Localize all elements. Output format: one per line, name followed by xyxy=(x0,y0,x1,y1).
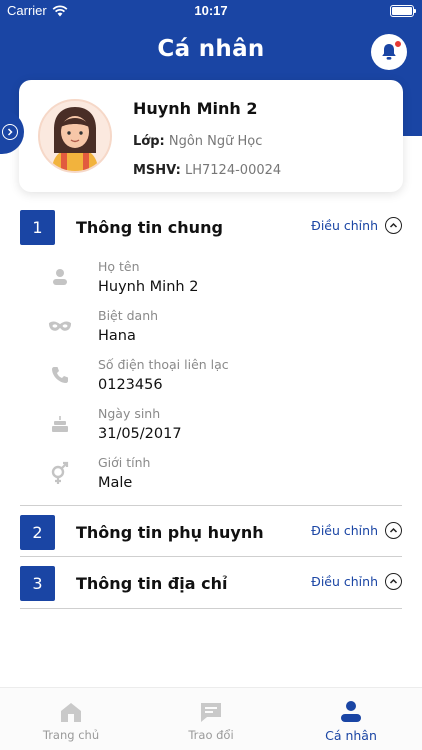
chevron-right-icon xyxy=(2,124,18,140)
section-number: 2 xyxy=(20,515,55,550)
student-id-value: LH7124-00024 xyxy=(185,163,282,178)
battery-icon xyxy=(390,5,416,17)
notification-button[interactable] xyxy=(371,34,407,70)
tab-bar: Trang chủ Trao đổi Cá nhân xyxy=(0,687,422,750)
edit-label: Điều chỉnh xyxy=(311,574,378,589)
section-title: Thông tin địa chỉ xyxy=(76,574,228,593)
profile-icon xyxy=(281,698,421,724)
field-nickname: Biệt danh Hana xyxy=(44,308,384,354)
field-value: 0123456 xyxy=(98,377,163,393)
profile-name: Huynh Minh 2 xyxy=(133,99,258,118)
field-value: Hana xyxy=(98,328,136,344)
section-number: 1 xyxy=(20,210,55,245)
edit-address-info-button[interactable]: Điều chỉnh xyxy=(311,573,402,590)
class-label: Lớp: xyxy=(133,134,165,149)
section-title: Thông tin phụ huynh xyxy=(76,523,264,542)
tab-profile[interactable]: Cá nhân xyxy=(281,698,421,743)
page-title: Cá nhân xyxy=(157,36,265,62)
tab-label: Trao đổi xyxy=(188,728,234,742)
chevron-up-icon[interactable] xyxy=(385,522,402,539)
field-full-name: Họ tên Huynh Minh 2 xyxy=(44,259,384,305)
chat-icon xyxy=(141,698,281,724)
avatar xyxy=(38,99,112,173)
field-birthday: Ngày sinh 31/05/2017 xyxy=(44,406,384,452)
tab-home[interactable]: Trang chủ xyxy=(1,698,141,742)
gender-icon xyxy=(48,461,72,485)
edit-general-info-button[interactable]: Điều chỉnh xyxy=(311,217,402,234)
divider xyxy=(20,608,402,609)
profile-screen: Carrier 10:17 Cá nhân Huynh Minh 2 Lớp: … xyxy=(0,0,422,750)
edit-label: Điều chỉnh xyxy=(311,218,378,233)
section-general-info[interactable]: 1 Thông tin chung Điều chỉnh xyxy=(20,210,402,262)
section-number: 3 xyxy=(20,566,55,601)
class-value: Ngôn Ngữ Học xyxy=(168,134,263,149)
profile-class-row: Lớp: Ngôn Ngữ Học xyxy=(133,134,262,149)
home-icon xyxy=(1,698,141,724)
chevron-up-icon[interactable] xyxy=(385,573,402,590)
tab-label: Trang chủ xyxy=(42,728,100,742)
field-label: Số điện thoại liên lạc xyxy=(98,357,229,372)
divider xyxy=(20,556,402,557)
field-value: 31/05/2017 xyxy=(98,426,182,442)
field-value: Male xyxy=(98,475,133,491)
section-title: Thông tin chung xyxy=(76,218,223,237)
section-parent-info[interactable]: 2 Thông tin phụ huynh Điều chỉnh xyxy=(20,515,402,567)
field-label: Ngày sinh xyxy=(98,406,161,421)
edit-parent-info-button[interactable]: Điều chỉnh xyxy=(311,522,402,539)
status-time: 10:17 xyxy=(194,3,228,18)
student-id-label: MSHV: xyxy=(133,163,181,178)
field-value: Huynh Minh 2 xyxy=(98,279,199,295)
status-bar: Carrier 10:17 xyxy=(0,0,422,22)
notification-badge xyxy=(394,40,402,48)
field-phone: Số điện thoại liên lạc 0123456 xyxy=(44,357,384,403)
field-gender: Giới tính Male xyxy=(44,455,384,501)
nickname-mask-icon xyxy=(48,314,72,338)
phone-icon xyxy=(48,363,72,387)
tab-chat[interactable]: Trao đổi xyxy=(141,698,281,742)
section-address-info[interactable]: 3 Thông tin địa chỉ Điều chỉnh xyxy=(20,566,402,618)
birthday-cake-icon xyxy=(48,412,72,436)
field-label: Biệt danh xyxy=(98,308,159,323)
field-label: Giới tính xyxy=(98,455,151,470)
tab-label: Cá nhân xyxy=(325,728,377,743)
edit-label: Điều chỉnh xyxy=(311,523,378,538)
divider xyxy=(20,505,402,506)
profile-card: Huynh Minh 2 Lớp: Ngôn Ngữ Học MSHV: LH7… xyxy=(19,80,403,192)
chevron-up-icon[interactable] xyxy=(385,217,402,234)
field-label: Họ tên xyxy=(98,259,140,274)
profile-id-row: MSHV: LH7124-00024 xyxy=(133,163,281,178)
person-icon xyxy=(48,265,72,289)
